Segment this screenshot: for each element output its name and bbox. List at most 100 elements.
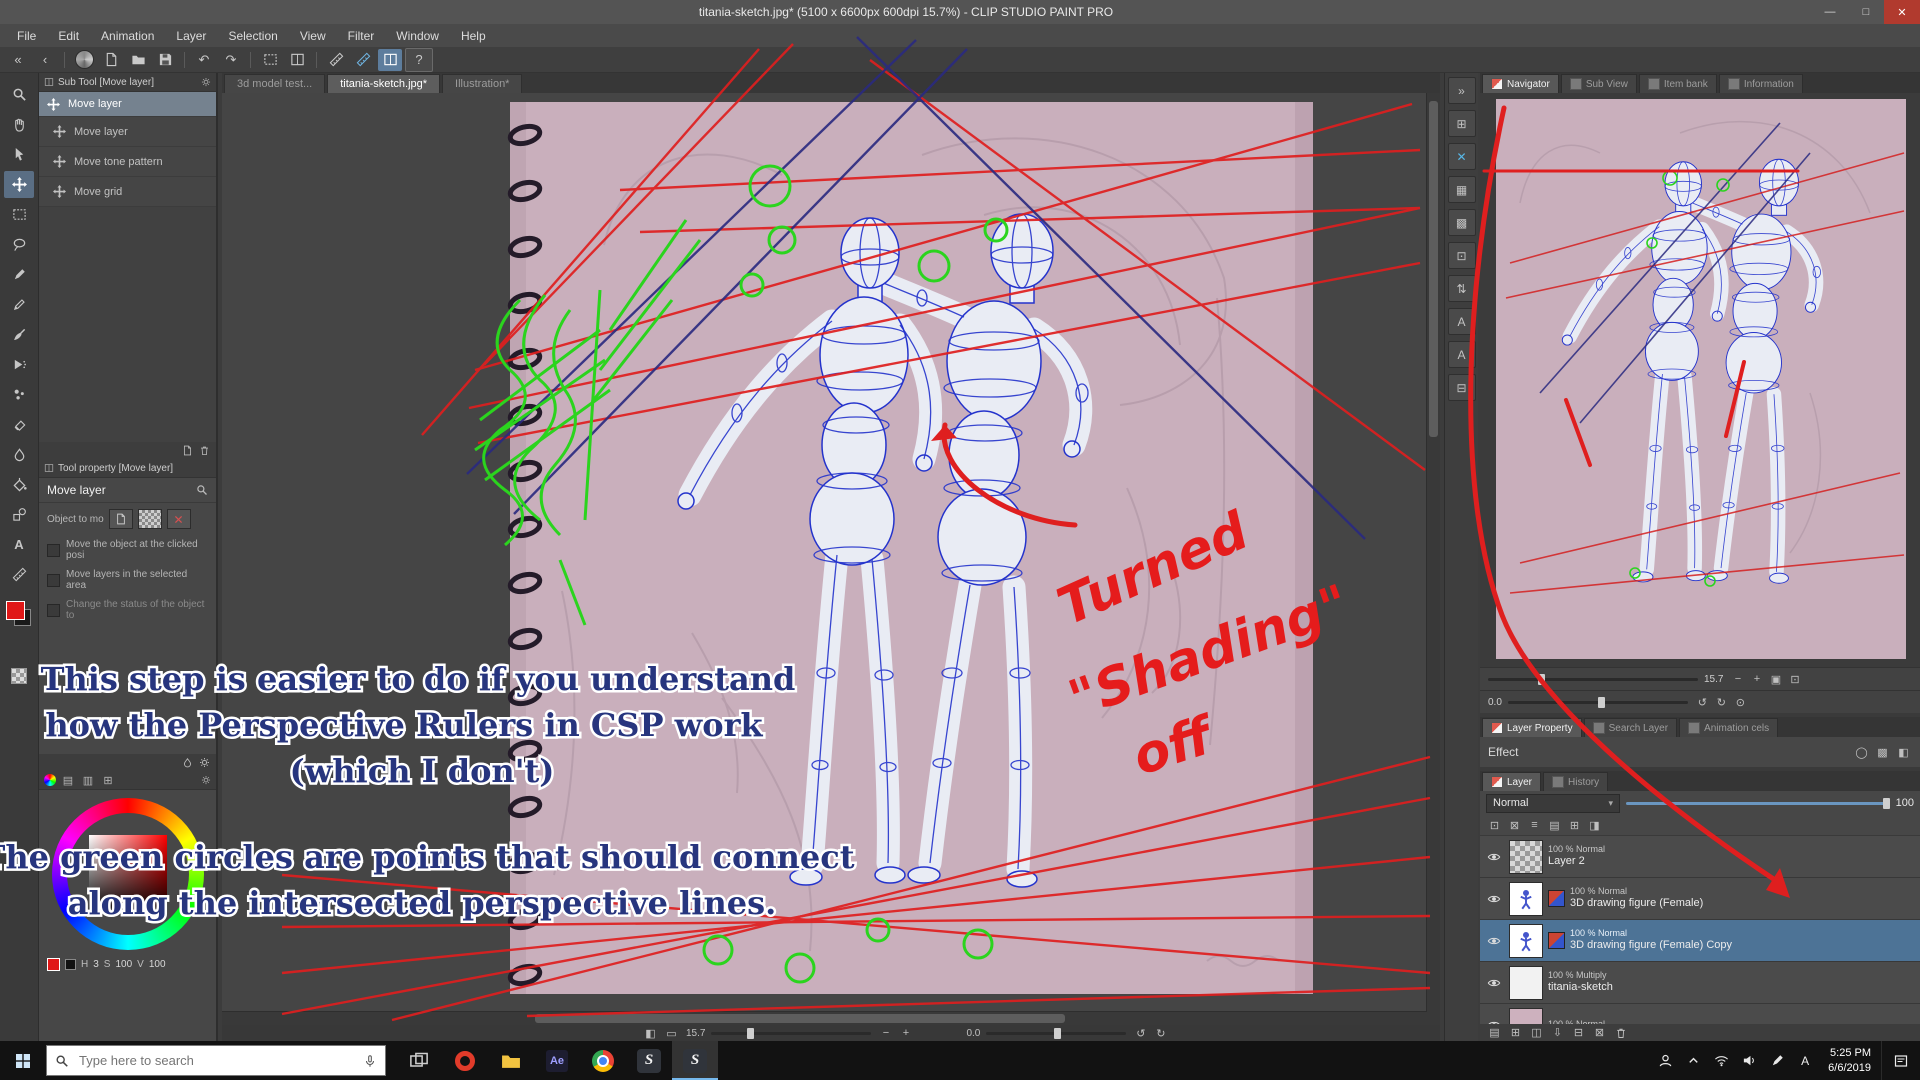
start-button[interactable] <box>0 1041 46 1080</box>
canvas-zoom-icon-1[interactable]: + <box>897 1025 914 1041</box>
panel-menu-icon[interactable] <box>44 77 54 87</box>
dock-materials-8[interactable]: ⊟ <box>1448 374 1476 401</box>
text-tool[interactable]: A <box>4 531 34 558</box>
dock-close-all[interactable]: ✕ <box>1448 143 1476 170</box>
main-color-swatch[interactable] <box>47 958 60 971</box>
effect-icon-0[interactable]: ◯ <box>1853 744 1870 760</box>
layer-option-icon-0[interactable]: ⊡ <box>1486 817 1503 833</box>
layer-action-icon-3[interactable]: ⇩ <box>1549 1025 1566 1041</box>
transparent-color-swatch[interactable] <box>11 668 27 684</box>
move-layer-target-button[interactable] <box>109 509 133 529</box>
clip-studio-taskbar-button[interactable]: S <box>626 1041 672 1080</box>
dock-materials-2[interactable]: ▦ <box>1448 176 1476 203</box>
open-file-button[interactable] <box>126 49 150 71</box>
layer-option-icon-5[interactable]: ◨ <box>1586 817 1603 833</box>
taskbar-search[interactable] <box>46 1045 386 1076</box>
menu-view[interactable]: View <box>289 26 337 46</box>
navigator-zoom-icon-3[interactable]: ⊡ <box>1786 671 1803 687</box>
tool-option-0[interactable]: Move the object at the clicked posi <box>39 535 216 565</box>
new-canvas-button[interactable] <box>99 49 123 71</box>
layer-action-icon-5[interactable]: ⊠ <box>1591 1025 1608 1041</box>
opera-taskbar-button[interactable] <box>442 1041 488 1080</box>
action-center-button[interactable] <box>1881 1041 1920 1080</box>
add-subtool-icon[interactable] <box>182 445 193 456</box>
doc-tab[interactable]: Illustration* <box>442 74 522 93</box>
snap-ruler-button[interactable] <box>324 49 348 71</box>
panel-menu-icon[interactable] <box>44 463 54 473</box>
color-wheel[interactable] <box>52 798 204 950</box>
eraser-tool[interactable] <box>4 411 34 438</box>
fill-tool[interactable] <box>4 471 34 498</box>
trash-icon[interactable] <box>199 445 210 456</box>
doc-tab[interactable]: 3d model test... <box>224 74 325 93</box>
menu-filter[interactable]: Filter <box>337 26 386 46</box>
redo-button[interactable]: ↷ <box>219 49 243 71</box>
layer-property-tab-animation-cels[interactable]: Animation cels <box>1679 718 1778 737</box>
color-panel-icon-1[interactable]: ▥ <box>80 774 96 787</box>
menu-file[interactable]: File <box>6 26 47 46</box>
menu-animation[interactable]: Animation <box>90 26 165 46</box>
canvas-artwork[interactable] <box>222 93 1440 1025</box>
menu-edit[interactable]: Edit <box>47 26 90 46</box>
canvas-rotate-icon-1[interactable]: ↻ <box>1152 1025 1169 1041</box>
layer-action-icon-1[interactable]: ⊞ <box>1507 1025 1524 1041</box>
tray-expand[interactable] <box>1680 1041 1706 1080</box>
layer-thumbnail[interactable] <box>1509 924 1543 958</box>
color-panel-icon-0[interactable]: ▤ <box>60 774 76 787</box>
tray-ime[interactable]: A <box>1792 1041 1818 1080</box>
panel-options-icon[interactable] <box>201 775 211 785</box>
crop-frame-button[interactable] <box>285 49 309 71</box>
blend-tool[interactable] <box>4 441 34 468</box>
navigator-rotate-icon-0[interactable]: ↺ <box>1694 694 1711 710</box>
visibility-toggle[interactable] <box>1484 892 1504 906</box>
menu-window[interactable]: Window <box>385 26 450 46</box>
menu-selection[interactable]: Selection <box>217 26 288 46</box>
layer-action-icon-0[interactable]: ▤ <box>1486 1025 1503 1041</box>
canvas-rotate-icon-0[interactable]: ↺ <box>1132 1025 1149 1041</box>
dock-materials-4[interactable]: ⊡ <box>1448 242 1476 269</box>
delete-layer-button[interactable] <box>1612 1025 1629 1041</box>
canvas-zoom-icon-0[interactable]: − <box>877 1025 894 1041</box>
dock-collapse[interactable]: » <box>1448 77 1476 104</box>
tray-volume[interactable] <box>1736 1041 1762 1080</box>
snap-grid-button[interactable] <box>378 49 402 71</box>
layer-row[interactable]: 100 % Normal Layer 2 <box>1480 836 1920 878</box>
sub-color-swatch[interactable] <box>65 959 76 970</box>
navigator-rotate-slider[interactable] <box>1508 701 1688 704</box>
file-explorer-taskbar-button[interactable] <box>488 1041 534 1080</box>
collapse-left-button[interactable]: « <box>6 49 30 71</box>
subtool-item[interactable]: Move grid <box>39 177 216 207</box>
airbrush-tool[interactable] <box>4 351 34 378</box>
main-color-swatch[interactable] <box>6 601 25 620</box>
clear-target-button[interactable] <box>167 509 191 529</box>
navigator-thumbnail[interactable] <box>1480 93 1920 667</box>
layer-thumbnail[interactable] <box>1509 966 1543 1000</box>
pen-tool[interactable] <box>4 261 34 288</box>
layer-option-icon-2[interactable]: ≡ <box>1526 817 1543 833</box>
layers-tab-layer[interactable]: Layer <box>1482 772 1541 791</box>
lasso-tool[interactable] <box>4 231 34 258</box>
subtool-item[interactable]: Move layer <box>39 117 216 147</box>
tray-pen[interactable] <box>1764 1041 1790 1080</box>
help-button[interactable]: ? <box>405 48 433 72</box>
dock-materials-6[interactable]: A <box>1448 308 1476 335</box>
tool-option-1[interactable]: Move layers in the selected area <box>39 565 216 595</box>
minimize-button[interactable]: — <box>1812 0 1848 24</box>
visibility-toggle[interactable] <box>1484 934 1504 948</box>
canvas-vertical-scrollbar[interactable] <box>1426 93 1440 1025</box>
canvas-area[interactable] <box>222 93 1440 1025</box>
navigator-tab-navigator[interactable]: Navigator <box>1482 74 1559 93</box>
save-file-button[interactable] <box>153 49 177 71</box>
layers-tab-history[interactable]: History <box>1543 772 1608 791</box>
checkbox[interactable] <box>47 544 60 557</box>
navigator-panel[interactable] <box>1480 93 1920 667</box>
navigator-rotate-icon-1[interactable]: ↻ <box>1713 694 1730 710</box>
checkbox[interactable] <box>47 604 60 617</box>
menu-help[interactable]: Help <box>450 26 497 46</box>
layer-row[interactable]: 100 % Multiply titania-sketch <box>1480 962 1920 1004</box>
canvas-status-icon-1[interactable]: ▭ <box>663 1025 680 1041</box>
dock-materials-7[interactable]: A <box>1448 341 1476 368</box>
wrench-icon[interactable] <box>201 77 211 87</box>
marquee-tool[interactable] <box>4 201 34 228</box>
ruler-tool[interactable] <box>4 561 34 588</box>
